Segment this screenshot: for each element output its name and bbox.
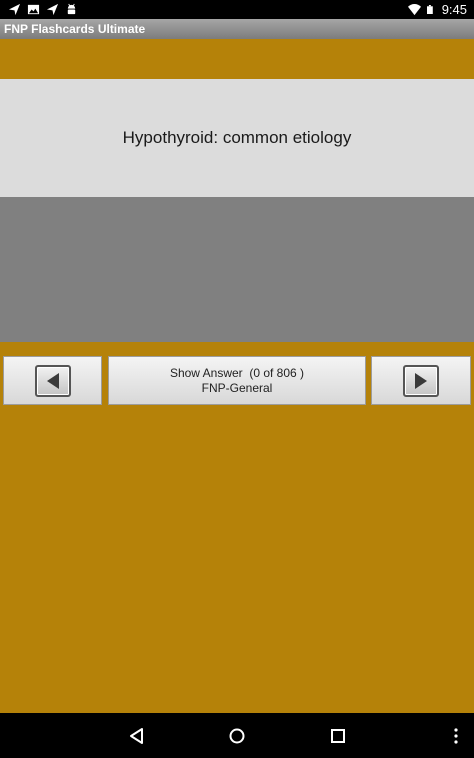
send-icon [46, 3, 59, 16]
app-title: FNP Flashcards Ultimate [4, 22, 146, 36]
recents-icon[interactable] [328, 726, 348, 746]
show-answer-label: Show Answer (0 of 806 ) [169, 365, 305, 380]
notification-icons [8, 3, 78, 16]
play-left-icon [34, 364, 71, 397]
show-answer-button[interactable]: Show Answer (0 of 806 ) FNP-General [108, 356, 366, 405]
overflow-icon[interactable] [446, 726, 466, 746]
send-icon [8, 3, 21, 16]
status-time: 9:45 [441, 2, 467, 17]
title-bar: FNP Flashcards Ultimate [0, 19, 474, 39]
battery-icon [426, 5, 433, 14]
question-card[interactable]: Hypothyroid: common etiology [0, 79, 474, 197]
answer-area[interactable] [0, 197, 474, 342]
android-icon [67, 3, 76, 15]
question-text: Hypothyroid: common etiology [122, 128, 352, 147]
back-icon[interactable] [127, 726, 147, 746]
system-status: 9:45 [407, 1, 467, 18]
play-right-icon [403, 364, 439, 397]
image-icon [27, 4, 40, 15]
wifi-icon [407, 4, 421, 16]
next-card-button[interactable] [371, 356, 471, 405]
home-icon[interactable] [227, 726, 247, 746]
status-bar: 9:45 [0, 0, 474, 19]
previous-card-button[interactable] [3, 356, 102, 405]
deck-name: FNP-General [201, 380, 273, 395]
system-nav-bar [0, 713, 474, 758]
